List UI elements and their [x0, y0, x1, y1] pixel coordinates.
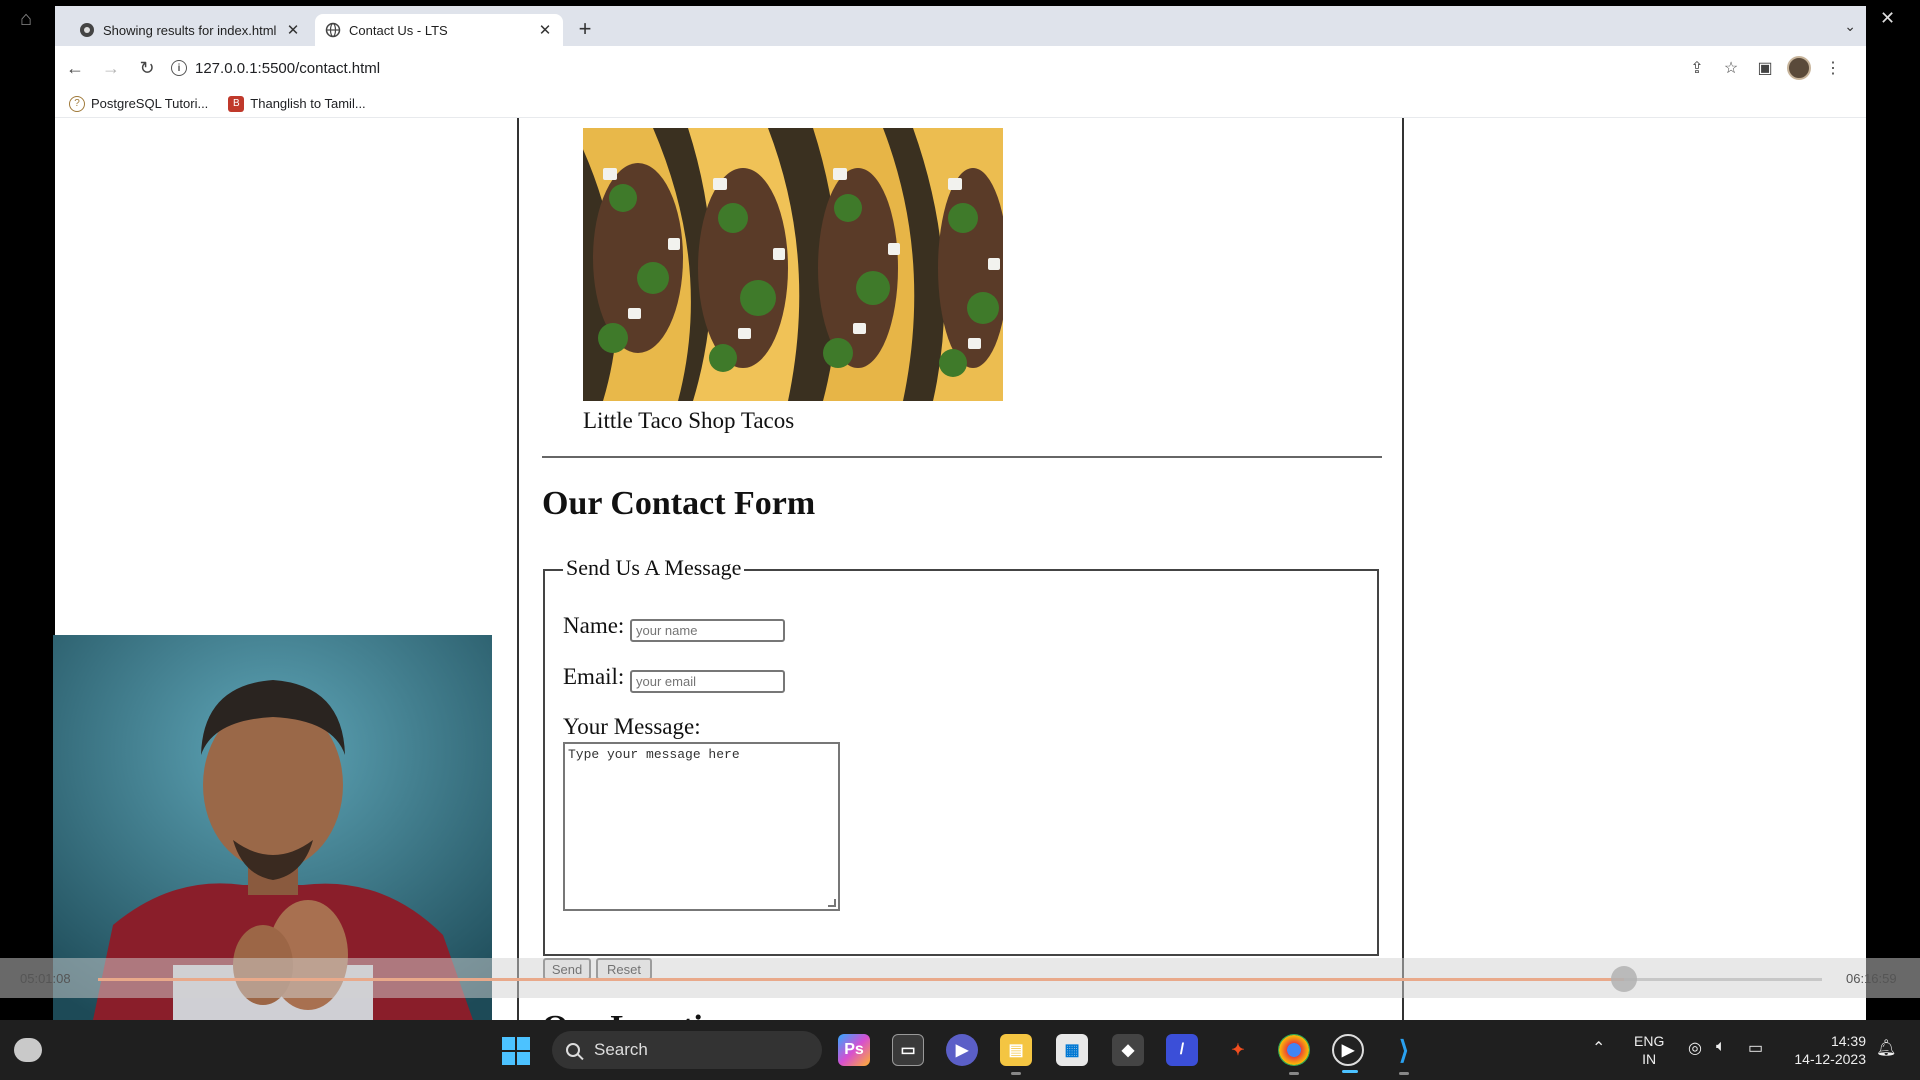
screen: ⌂ ✕ Showing results for index.html ✕ Con… [0, 0, 1920, 1080]
file-explorer-icon[interactable]: ▤ [1000, 1034, 1032, 1075]
profile-avatar[interactable] [1782, 52, 1816, 84]
tab-search-results[interactable]: Showing results for index.html ✕ [69, 14, 311, 46]
tacos-image [583, 128, 1003, 401]
thanglish-favicon-icon: B [228, 95, 245, 112]
windows-taskbar: Search Ps ▭ ▶ ▤ ▦ ◆ / ✦ ▶ ⟩ ⌃ ENG IN ◎ 🔈… [0, 1020, 1920, 1080]
video-seekbar[interactable]: 05:01:08 06:16:59 [0, 958, 1920, 998]
seek-track[interactable] [98, 966, 1822, 992]
tab-search-chevron-icon[interactable]: ⌄ [1844, 18, 1856, 35]
battery-icon[interactable]: ▭ [1748, 1038, 1763, 1058]
affinity-icon[interactable]: / [1166, 1034, 1198, 1066]
section-divider [542, 456, 1382, 458]
volume-icon[interactable]: 🔈︎ [1716, 1038, 1726, 1056]
back-arrow-icon[interactable]: ← [59, 52, 91, 84]
site-info-icon[interactable]: i [171, 60, 187, 76]
tab-title: Showing results for index.html [103, 22, 277, 38]
home-icon[interactable]: ⌂ [20, 8, 32, 31]
name-input[interactable] [630, 619, 785, 642]
more-menu-icon[interactable]: ⋮ [1816, 52, 1850, 84]
fieldset-legend: Send Us A Message [563, 555, 745, 581]
window-close-icon[interactable]: ✕ [1880, 8, 1895, 29]
form-heading: Our Contact Form [542, 485, 816, 522]
task-view-icon[interactable]: ▭ [892, 1034, 924, 1066]
tab-contact-us[interactable]: Contact Us - LTS ✕ [315, 14, 563, 46]
network-globe-icon[interactable]: ◎ [1688, 1038, 1702, 1058]
show-hidden-icons-chevron-icon[interactable]: ⌃ [1592, 1038, 1605, 1058]
page-right-border [1402, 118, 1404, 1020]
reload-icon[interactable]: ↻ [131, 52, 163, 84]
postgresql-favicon-icon: ? [69, 95, 85, 112]
side-panel-icon[interactable]: ▣ [1748, 52, 1782, 84]
email-input[interactable] [630, 670, 785, 693]
notification-bell-icon[interactable]: 🔔︎ [1876, 1038, 1896, 1058]
weather-widget-icon[interactable] [14, 1038, 42, 1062]
media-player-icon[interactable]: ▶ [1332, 1034, 1364, 1073]
bookmark-postgresql[interactable]: ? PostgreSQL Tutori... [69, 95, 208, 112]
bookmark-star-icon[interactable]: ☆ [1714, 52, 1748, 84]
tab-strip: Showing results for index.html ✕ Contact… [55, 6, 1866, 46]
photoshop-express-icon[interactable]: Ps [838, 1034, 870, 1066]
image-caption: Little Taco Shop Tacos [583, 408, 795, 433]
seek-progress [98, 978, 1624, 981]
taskbar-search[interactable]: Search [552, 1031, 822, 1069]
message-label: Your Message: [563, 714, 701, 739]
search-icon [566, 1043, 580, 1057]
tab-close-icon[interactable]: ✕ [537, 21, 553, 39]
new-tab-plus-icon[interactable]: + [571, 16, 599, 42]
location-heading: Our Location [542, 1008, 739, 1020]
figma-icon[interactable]: ✦ [1222, 1034, 1254, 1066]
clock[interactable]: 14:39 14-12-2023 [1786, 1032, 1866, 1068]
language-indicator[interactable]: ENG IN [1634, 1032, 1664, 1068]
bookmark-thanglish[interactable]: B Thanglish to Tamil... [228, 95, 366, 112]
ms-store-icon[interactable]: ▦ [1056, 1034, 1088, 1066]
tab-title: Contact Us - LTS [349, 22, 448, 38]
share-icon[interactable]: ⇪ [1680, 52, 1714, 84]
chrome-icon[interactable] [1278, 1034, 1310, 1075]
message-textarea[interactable]: Type your message here [563, 742, 840, 911]
email-label: Email: [563, 664, 625, 689]
unity-icon[interactable]: ◆ [1112, 1034, 1144, 1066]
total-time: 06:16:59 [1846, 971, 1897, 986]
teams-icon[interactable]: ▶ [946, 1034, 978, 1066]
address-bar[interactable]: i 127.0.0.1:5500/contact.html [171, 53, 380, 83]
toolbar-actions: ⇪ ☆ ▣ ⋮ [1680, 52, 1850, 84]
vscode-icon[interactable]: ⟩ [1388, 1034, 1420, 1075]
message-placeholder: Type your message here [568, 747, 740, 762]
globe-icon [325, 22, 341, 38]
resize-grip-icon[interactable] [828, 899, 836, 907]
current-time: 05:01:08 [20, 971, 71, 986]
forward-arrow-icon[interactable]: → [95, 52, 127, 84]
bookmarks-bar: ? PostgreSQL Tutori... B Thanglish to Ta… [55, 90, 1866, 118]
tab-favicon-icon [79, 22, 95, 38]
browser-toolbar: ← → ↻ i 127.0.0.1:5500/contact.html ⇪ ☆ … [55, 46, 1866, 90]
page-left-border [517, 118, 519, 1020]
seek-handle[interactable] [1610, 966, 1637, 992]
name-label: Name: [563, 613, 625, 638]
windows-start-icon[interactable] [502, 1037, 530, 1065]
url-text: 127.0.0.1:5500/contact.html [195, 59, 381, 77]
tab-close-icon[interactable]: ✕ [285, 21, 301, 39]
